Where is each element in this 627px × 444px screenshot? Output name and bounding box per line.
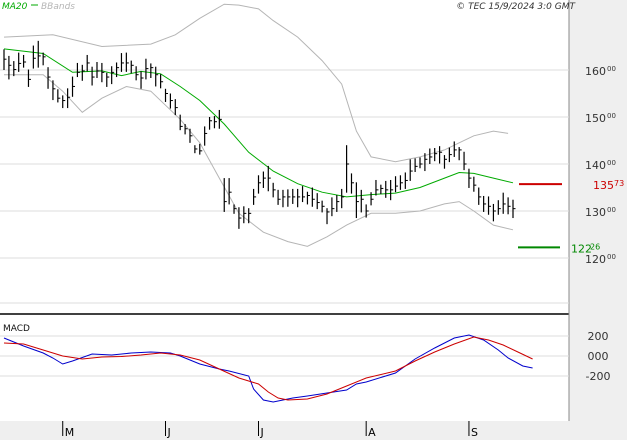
copyright-text: © TEC 15/9/2024 3:0 GMT [456, 2, 576, 12]
macd-tick-label: -200 [586, 370, 611, 383]
bb-upper-line [3, 3, 509, 163]
price-tick-label: 130 [585, 206, 606, 219]
x-tick-label: M [65, 426, 75, 439]
price-tick-label: 140 [585, 159, 606, 172]
price-tick-suffix: 00 [607, 112, 616, 120]
price-tick-label: 150 [585, 112, 606, 125]
x-tick-label: J [260, 426, 264, 439]
resistance-level-label: 135 [593, 179, 614, 192]
price-bars [3, 40, 516, 229]
x-tick-label: S [471, 426, 478, 439]
x-tick-label: J [167, 426, 171, 439]
ma20-line [3, 48, 514, 198]
resistance-level-decimal: 73 [614, 179, 624, 188]
price-tick-label: 160 [585, 65, 606, 78]
macd-tick-label: 200 [588, 330, 609, 343]
price-tick-suffix: 00 [607, 159, 616, 167]
stock-chart: 135 7312226 160 00150 00140 00130 00120 002000… [0, 0, 627, 440]
grid-lines [0, 69, 569, 377]
bottom-axis-panel [0, 421, 627, 440]
x-tick-label: A [368, 426, 376, 439]
ma20-line [3, 48, 514, 198]
price-tick-label: 120 [585, 253, 606, 266]
chart-stage: 135 73 122 26 160 00 150 00 140 00 130 00 120 00 200 0… [0, 0, 627, 440]
price-tick-suffix: 00 [607, 65, 616, 73]
price-tick-suffix: 00 [607, 206, 616, 214]
axis-labels: 160 00150 00140 00130 00120 00200000-200M J J A S [62, 65, 616, 439]
macd-panel-title: MACD [3, 324, 30, 334]
bollinger-bands [3, 3, 514, 247]
macd-lines [3, 334, 533, 403]
macd-tick-label: 000 [588, 350, 609, 363]
bbands-legend-label: BBands [41, 2, 75, 12]
price-tick-suffix: 00 [607, 253, 616, 261]
support-level-decimal: 26 [590, 242, 600, 251]
ma20-legend-label: MA20 [2, 2, 28, 12]
bb-lower-line [4, 74, 514, 247]
macd-signal-line [3, 336, 533, 401]
